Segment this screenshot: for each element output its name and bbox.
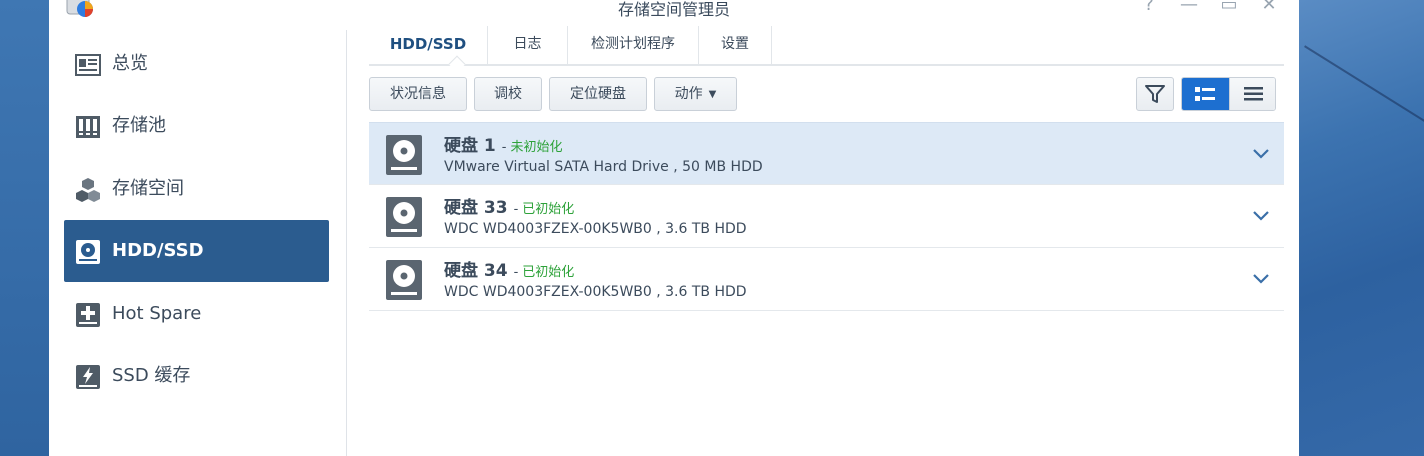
storage-pool-icon [76, 116, 100, 138]
ssd-cache-icon [76, 365, 100, 389]
sidebar-item-ssd-cache[interactable]: SSD 缓存 [64, 345, 329, 407]
chevron-down-icon[interactable] [1252, 209, 1270, 223]
locate-disk-button[interactable]: 定位硬盘 [549, 77, 647, 111]
filter-button[interactable] [1136, 77, 1174, 111]
chevron-down-icon[interactable] [1252, 147, 1270, 161]
detail-list-icon [1195, 87, 1215, 101]
list-item[interactable]: 硬盘 1- 未初始化 VMware Virtual SATA Hard Drive… [369, 122, 1284, 185]
disk-status: 已初始化 [522, 265, 575, 280]
disk-description: WDC WD4003FZEX-00K5WB0 , 3.6 TB HDD [444, 221, 747, 237]
sidebar-item-label: 存储空间 [112, 178, 184, 199]
compact-list-icon [1244, 87, 1263, 101]
desktop-background-right [1299, 0, 1424, 456]
hdd-icon [386, 135, 422, 175]
action-dropdown-button[interactable]: 动作 ▼ [654, 77, 737, 111]
hdd-icon [386, 260, 422, 300]
sidebar-item-label: Hot Spare [112, 303, 202, 324]
disk-list: 硬盘 1- 未初始化 VMware Virtual SATA Hard Drive… [369, 122, 1284, 311]
disk-status: 已初始化 [522, 202, 575, 217]
hdd-icon [76, 240, 100, 264]
sidebar-item-label: HDD/SSD [112, 240, 204, 261]
action-button-label: 动作 [674, 86, 703, 102]
disk-description: WDC WD4003FZEX-00K5WB0 , 3.6 TB HDD [444, 284, 747, 300]
sidebar-item-overview[interactable]: 总览 [64, 33, 329, 95]
tab-bar: HDD/SSD 日志 检测计划程序 设置 [369, 26, 1284, 73]
desktop-background-left [0, 0, 49, 456]
disk-title: 硬盘 1- 未初始化 [444, 136, 563, 156]
storage-manager-window: 存储空间管理员 ? — ▭ ✕ 总览 存储池 存储空间 HDD/SSD Hot … [49, 0, 1299, 456]
tab-test-scheduler[interactable]: 检测计划程序 [568, 26, 699, 64]
sidebar-item-hot-spare[interactable]: Hot Spare [64, 283, 329, 345]
disk-name: 硬盘 33 [444, 198, 508, 218]
sidebar: 总览 存储池 存储空间 HDD/SSD Hot Spare SSD 缓存 [49, 30, 347, 456]
disk-name: 硬盘 1 [444, 136, 496, 156]
minimize-icon[interactable]: — [1178, 0, 1200, 16]
titlebar: 存储空间管理员 ? — ▭ ✕ [49, 0, 1299, 19]
help-icon[interactable]: ? [1138, 0, 1160, 16]
caret-down-icon: ▼ [708, 89, 717, 100]
chevron-down-icon[interactable] [1252, 272, 1270, 286]
tab-hdd-ssd[interactable]: HDD/SSD [369, 26, 488, 64]
compact-view-button[interactable] [1229, 78, 1275, 110]
sidebar-item-hdd-ssd[interactable]: HDD/SSD [64, 220, 329, 282]
list-item[interactable]: 硬盘 34- 已初始化 WDC WD4003FZEX-00K5WB0 , 3.6 … [369, 248, 1284, 311]
disk-title: 硬盘 33- 已初始化 [444, 198, 575, 218]
sidebar-item-volume[interactable]: 存储空间 [64, 158, 329, 220]
window-title: 存储空间管理员 [617, 0, 730, 19]
calibrate-button[interactable]: 调校 [474, 77, 542, 111]
list-item[interactable]: 硬盘 33- 已初始化 WDC WD4003FZEX-00K5WB0 , 3.6 … [369, 185, 1284, 248]
disk-title: 硬盘 34- 已初始化 [444, 261, 575, 281]
maximize-icon[interactable]: ▭ [1218, 0, 1240, 16]
disk-name: 硬盘 34 [444, 261, 508, 281]
detail-view-button[interactable] [1182, 78, 1229, 110]
view-toggle [1181, 77, 1276, 111]
close-icon[interactable]: ✕ [1258, 0, 1280, 16]
status-info-button[interactable]: 状况信息 [369, 77, 467, 111]
disk-description: VMware Virtual SATA Hard Drive , 50 MB H… [444, 159, 763, 175]
filter-icon [1145, 85, 1165, 103]
sidebar-item-label: SSD 缓存 [112, 365, 191, 386]
sidebar-item-storage-pool[interactable]: 存储池 [64, 95, 329, 157]
tab-logs[interactable]: 日志 [488, 26, 568, 64]
volume-cubes-icon [76, 178, 100, 202]
hdd-icon [386, 197, 422, 237]
sidebar-item-label: 存储池 [112, 115, 166, 136]
overview-icon [75, 54, 101, 76]
disk-status: 未初始化 [510, 140, 563, 155]
sidebar-item-label: 总览 [112, 53, 148, 74]
tab-settings[interactable]: 设置 [699, 26, 772, 64]
hot-spare-icon [76, 303, 100, 327]
